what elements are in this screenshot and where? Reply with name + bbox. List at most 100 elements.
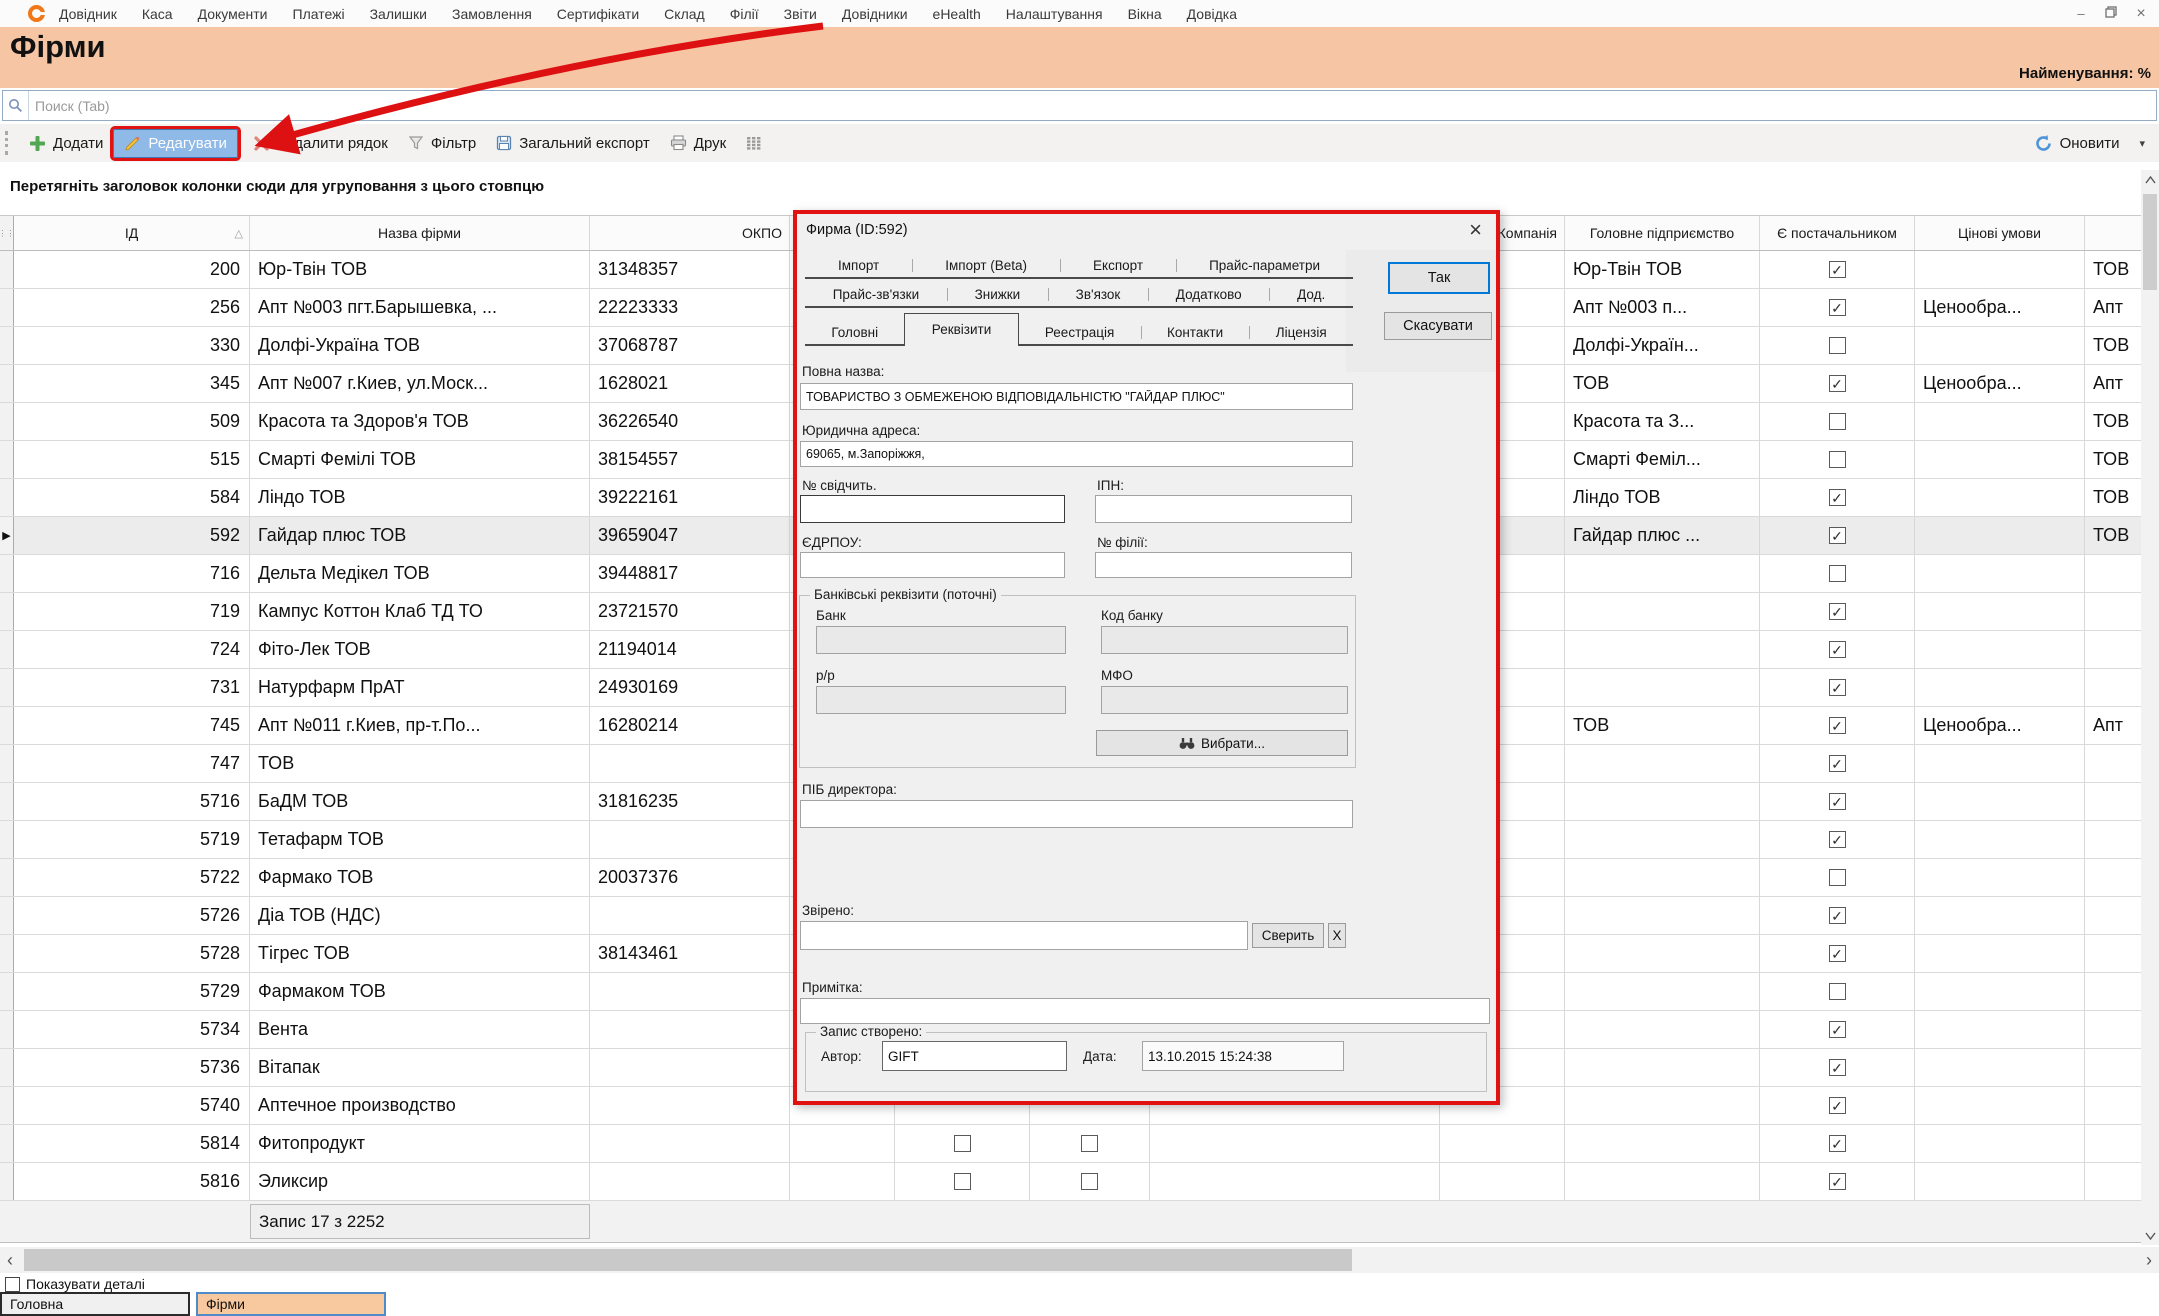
menu-item[interactable]: Налаштування — [1006, 6, 1103, 22]
menu-item[interactable]: Документи — [198, 6, 268, 22]
export-button[interactable]: Загальний експорт — [486, 130, 660, 157]
checkbox-checked[interactable]: ✓ — [1829, 603, 1846, 620]
minimize-button[interactable]: – — [2073, 6, 2089, 21]
checkbox-unchecked[interactable] — [1829, 413, 1846, 430]
checkbox-checked[interactable]: ✓ — [1829, 299, 1846, 316]
checkbox-checked[interactable]: ✓ — [1829, 527, 1846, 544]
bank-code-input[interactable] — [1101, 626, 1348, 654]
checkbox-unchecked[interactable] — [954, 1135, 971, 1152]
checkbox-unchecked[interactable] — [1829, 983, 1846, 1000]
menu-item[interactable]: Склад — [664, 6, 705, 22]
checkbox-unchecked[interactable] — [1081, 1173, 1098, 1190]
menu-item[interactable]: Довідники — [842, 6, 908, 22]
menu-item[interactable]: Вікна — [1128, 6, 1162, 22]
mfo-input[interactable] — [1101, 686, 1348, 714]
delete-row-button[interactable]: Видалити рядок — [244, 130, 398, 157]
branch-input[interactable] — [1095, 552, 1352, 578]
dialog-tab-імпорт[interactable]: Імпорт — [805, 254, 912, 277]
menu-item[interactable]: Сертифікати — [557, 6, 639, 22]
select-bank-button[interactable]: Вибрати... — [1096, 730, 1348, 756]
columns-button[interactable] — [736, 130, 772, 156]
menu-item[interactable]: Замовлення — [452, 6, 532, 22]
dialog-tab-реквізити[interactable]: Реквізити — [904, 313, 1018, 346]
vertical-scroll-thumb[interactable] — [2143, 194, 2157, 290]
grid-header-cell-name[interactable]: Назва фірми — [250, 216, 590, 250]
checkbox-checked[interactable]: ✓ — [1829, 907, 1846, 924]
verify-button[interactable]: Сверить — [1252, 923, 1324, 948]
menu-item[interactable]: eHealth — [933, 6, 981, 22]
scroll-down-arrow[interactable] — [2141, 1226, 2159, 1245]
table-row[interactable]: 5814Фитопродукт✓ — [0, 1125, 2159, 1163]
dialog-tab-імпорт-beta-[interactable]: Імпорт (Beta) — [912, 254, 1060, 277]
director-input[interactable] — [800, 800, 1353, 828]
horizontal-scroll-thumb[interactable] — [24, 1249, 1352, 1271]
dialog-tab-прайс-зв-язки[interactable]: Прайс-зв'язки — [805, 283, 947, 306]
checkbox-checked[interactable]: ✓ — [1829, 375, 1846, 392]
add-button[interactable]: Додати — [19, 130, 113, 157]
tab-holovna[interactable]: Головна — [0, 1292, 190, 1316]
checkbox-checked[interactable]: ✓ — [1829, 1135, 1846, 1152]
menu-item[interactable]: Довідка — [1187, 6, 1237, 22]
table-row[interactable]: 5816Эликсир✓ — [0, 1163, 2159, 1201]
refresh-dropdown-caret[interactable]: ▾ — [2139, 137, 2145, 150]
menu-item[interactable]: Платежі — [293, 6, 345, 22]
checkbox-checked[interactable]: ✓ — [1829, 1059, 1846, 1076]
ipn-input[interactable] — [1095, 495, 1352, 523]
checkbox-checked[interactable]: ✓ — [1829, 489, 1846, 506]
refresh-button[interactable]: Оновити — [2024, 129, 2130, 158]
grid-header-cell-supplier[interactable]: Є постачальником — [1760, 216, 1915, 250]
ok-button[interactable]: Так — [1388, 262, 1490, 294]
dialog-tab-дод-[interactable]: Дод. — [1269, 283, 1353, 306]
checkbox-checked[interactable]: ✓ — [1829, 641, 1846, 658]
checkbox-checked[interactable]: ✓ — [1829, 1097, 1846, 1114]
checkbox-checked[interactable]: ✓ — [1829, 1173, 1846, 1190]
verified-input[interactable] — [800, 921, 1248, 950]
checkbox-checked[interactable]: ✓ — [1829, 679, 1846, 696]
dialog-tab-додатково[interactable]: Додатково — [1148, 283, 1269, 306]
edit-button[interactable]: Редагувати — [113, 129, 238, 158]
checkbox-checked[interactable]: ✓ — [1829, 1021, 1846, 1038]
dialog-tab-експорт[interactable]: Експорт — [1060, 254, 1176, 277]
certificate-input[interactable] — [800, 495, 1065, 523]
checkbox-unchecked[interactable] — [1829, 451, 1846, 468]
menu-item[interactable]: Залишки — [370, 6, 427, 22]
grid-header-cell-ind[interactable]: ⋮⋮ — [0, 216, 14, 250]
dialog-tab-ліцензія[interactable]: Ліцензія — [1249, 321, 1353, 344]
tab-firmy[interactable]: Фірми — [196, 1292, 386, 1316]
scroll-up-arrow[interactable] — [2141, 170, 2159, 189]
dialog-tab-головні[interactable]: Головні — [805, 321, 904, 344]
search-input[interactable] — [29, 91, 2156, 120]
cancel-button[interactable]: Скасувати — [1384, 312, 1492, 340]
filter-button[interactable]: Фільтр — [398, 130, 486, 157]
edrpou-input[interactable] — [800, 552, 1065, 578]
restore-button[interactable] — [2103, 6, 2119, 21]
checkbox-unchecked[interactable] — [1829, 869, 1846, 886]
checkbox-checked[interactable]: ✓ — [1829, 945, 1846, 962]
menu-item[interactable]: Каса — [142, 6, 173, 22]
menu-item[interactable]: Довідник — [59, 6, 117, 22]
checkbox-checked[interactable]: ✓ — [1829, 755, 1846, 772]
menu-item[interactable]: Філії — [730, 6, 759, 22]
checkbox-unchecked[interactable] — [954, 1173, 971, 1190]
verify-clear-button[interactable]: X — [1328, 923, 1346, 948]
checkbox-checked[interactable]: ✓ — [1829, 717, 1846, 734]
bank-input[interactable] — [816, 626, 1066, 654]
print-button[interactable]: Друк — [660, 130, 736, 157]
toolbar-grip[interactable] — [5, 131, 9, 155]
dialog-tab-контакти[interactable]: Контакти — [1141, 321, 1250, 344]
grid-header-cell-terms[interactable]: Цінові умови — [1915, 216, 2085, 250]
dialog-tab-зв-язок[interactable]: Зв'язок — [1048, 283, 1148, 306]
grid-header-cell-id[interactable]: ІД△ — [14, 216, 250, 250]
dialog-tab-знижки[interactable]: Знижки — [947, 283, 1048, 306]
note-input[interactable] — [800, 998, 1490, 1024]
menu-item[interactable]: Звіти — [784, 6, 817, 22]
dialog-tab-реестрація[interactable]: Реестрація — [1019, 321, 1141, 344]
full-name-input[interactable] — [800, 383, 1353, 410]
date-input[interactable] — [1142, 1041, 1344, 1071]
address-input[interactable] — [800, 441, 1353, 467]
dialog-tab-прайс-параметри[interactable]: Прайс-параметри — [1176, 254, 1353, 277]
close-window-button[interactable]: × — [2133, 5, 2149, 23]
show-details-checkbox[interactable] — [5, 1277, 20, 1292]
checkbox-unchecked[interactable] — [1829, 337, 1846, 354]
author-input[interactable] — [882, 1041, 1067, 1071]
